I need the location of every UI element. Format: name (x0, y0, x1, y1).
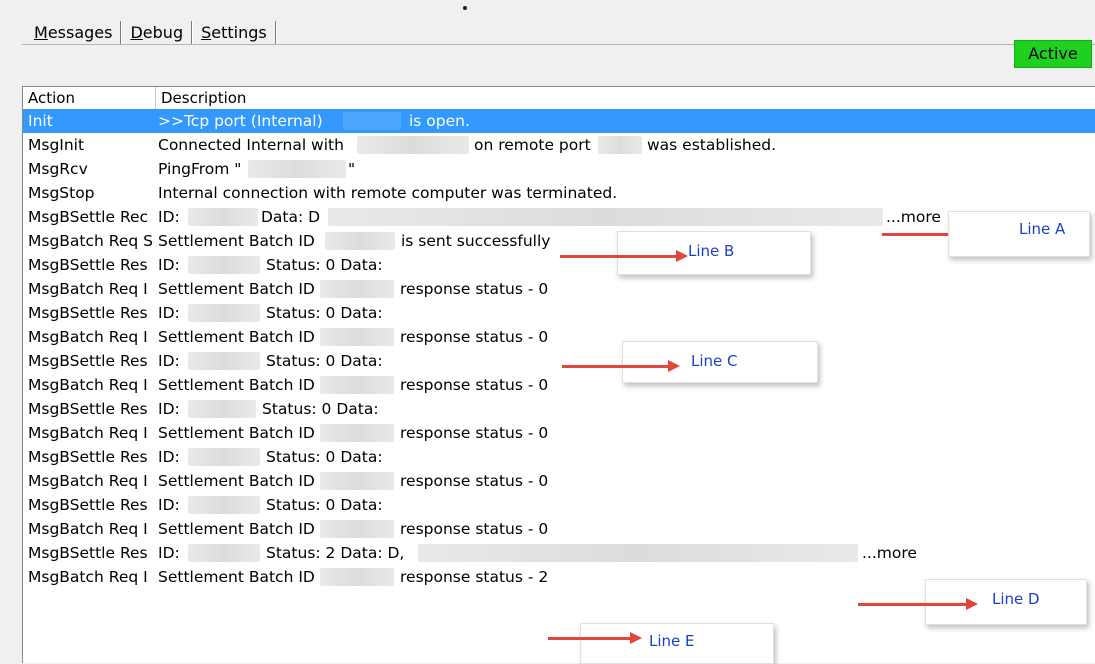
action-cell: MsgBatch Req I (28, 568, 148, 586)
column-header-action[interactable]: Action (23, 87, 75, 109)
action-cell: MsgBatch Req I (28, 424, 148, 442)
action-cell: MsgBatch Req I (28, 472, 148, 490)
redacted-value (320, 280, 394, 298)
list-item[interactable]: MsgBSettle Res ID: Status: 0 Data: (23, 493, 1095, 517)
redacted-value (320, 472, 394, 490)
list-item[interactable]: MsgBatch Req I Settlement Batch ID respo… (23, 469, 1095, 493)
list-item[interactable]: MsgBatch Req I Settlement Batch ID respo… (23, 517, 1095, 541)
annotation-callout-line-d: Line D (925, 579, 1087, 625)
tab-debug[interactable]: Debug (124, 22, 189, 44)
tab-strip: Messages Debug Settings (28, 20, 279, 46)
redacted-value (188, 256, 260, 274)
annotation-arrow (560, 255, 680, 258)
annotation-arrowhead (966, 598, 978, 610)
action-cell: MsgBSettle Res (28, 304, 148, 322)
annotation-callout-line-e: Line E (580, 623, 774, 664)
action-cell: MsgBatch Req I (28, 328, 148, 346)
redacted-value (188, 352, 260, 370)
redacted-value (320, 376, 394, 394)
annotation-callout-line-c: Line C (622, 341, 818, 383)
redacted-value (320, 424, 394, 442)
action-cell: MsgBatch Req S (28, 232, 153, 250)
annotation-arrow (548, 637, 632, 640)
list-item[interactable]: MsgBSettle Res ID: Status: 0 Data: (23, 253, 1095, 277)
list-item[interactable]: MsgBatch Req I Settlement Batch ID respo… (23, 325, 1095, 349)
action-cell: MsgBatch Req I (28, 280, 148, 298)
top-marker-dot (463, 6, 467, 10)
action-cell: MsgInit (28, 136, 85, 154)
list-item[interactable]: MsgStop Internal connection with remote … (23, 181, 1095, 205)
action-cell: MsgStop (28, 184, 95, 202)
annotation-arrowhead (668, 360, 680, 372)
list-item[interactable]: MsgRcv PingFrom " " (23, 157, 1095, 181)
tab-panel-border (22, 44, 1095, 45)
action-cell: MsgBSettle Res (28, 496, 148, 514)
redacted-value (325, 232, 395, 250)
redacted-value (357, 136, 469, 154)
redacted-value (248, 160, 346, 178)
status-badge: Active (1014, 40, 1092, 68)
action-cell: MsgBSettle Res (28, 400, 148, 418)
redacted-value (328, 208, 883, 226)
list-item[interactable]: MsgBSettle Res ID: Status: 0 Data: (23, 397, 1095, 421)
tab-separator (120, 21, 123, 45)
action-cell: MsgRcv (28, 160, 88, 178)
tab-separator (274, 21, 277, 45)
action-cell: MsgBatch Req I (28, 376, 148, 394)
list-item[interactable]: MsgBSettle Res ID: Status: 0 Data: (23, 301, 1095, 325)
redacted-value (320, 568, 394, 586)
tab-messages[interactable]: Messages (28, 22, 118, 44)
redacted-value (188, 304, 260, 322)
redacted-value (343, 112, 401, 130)
annotation-arrowhead (676, 250, 688, 262)
tab-separator (191, 21, 194, 45)
action-cell: MsgBSettle Res (28, 448, 148, 466)
tab-settings[interactable]: Settings (195, 22, 273, 44)
redacted-value (320, 520, 394, 538)
list-item[interactable]: MsgBSettle Res ID: Status: 2 Data: D, ..… (23, 541, 1095, 565)
annotation-arrowhead (630, 632, 642, 644)
list-item[interactable]: MsgBatch Req I Settlement Batch ID respo… (23, 373, 1095, 397)
action-cell: MsgBSettle Res (28, 544, 148, 562)
list-item[interactable]: MsgBSettle Res ID: Status: 0 Data: (23, 445, 1095, 469)
annotation-callout-line-a: Line A (948, 211, 1090, 257)
redacted-value (188, 208, 258, 226)
action-cell: MsgBSettle Res (28, 256, 148, 274)
list-item[interactable]: MsgBSettle Res ID: Status: 0 Data: (23, 349, 1095, 373)
list-item[interactable]: MsgBatch Req I Settlement Batch ID respo… (23, 277, 1095, 301)
annotation-arrow (562, 365, 670, 368)
list-item[interactable]: MsgBSettle Rec ID: Data: D ...more (23, 205, 1095, 229)
annotation-arrow (858, 603, 968, 606)
redacted-value (598, 136, 642, 154)
action-cell: MsgBSettle Rec (28, 208, 149, 226)
action-cell: MsgBatch Req I (28, 520, 148, 538)
column-header-description[interactable]: Description (156, 87, 246, 109)
list-item[interactable]: MsgBatch Req I Settlement Batch ID respo… (23, 421, 1095, 445)
annotation-callout-line-b: Line B (617, 231, 811, 275)
redacted-value (188, 400, 256, 418)
action-cell: Init (28, 112, 53, 130)
message-list[interactable]: Action Description Init >>Tcp port (Inte… (22, 86, 1095, 663)
action-cell: MsgBSettle Res (28, 352, 148, 370)
redacted-value (188, 544, 260, 562)
redacted-value (188, 496, 260, 514)
list-item[interactable]: Init >>Tcp port (Internal) is open. (23, 109, 1095, 133)
redacted-value (188, 448, 260, 466)
list-item[interactable]: MsgInit Connected Internal with on remot… (23, 133, 1095, 157)
list-header: Action Description (23, 87, 1095, 110)
redacted-value (320, 328, 394, 346)
redacted-value (418, 544, 858, 562)
